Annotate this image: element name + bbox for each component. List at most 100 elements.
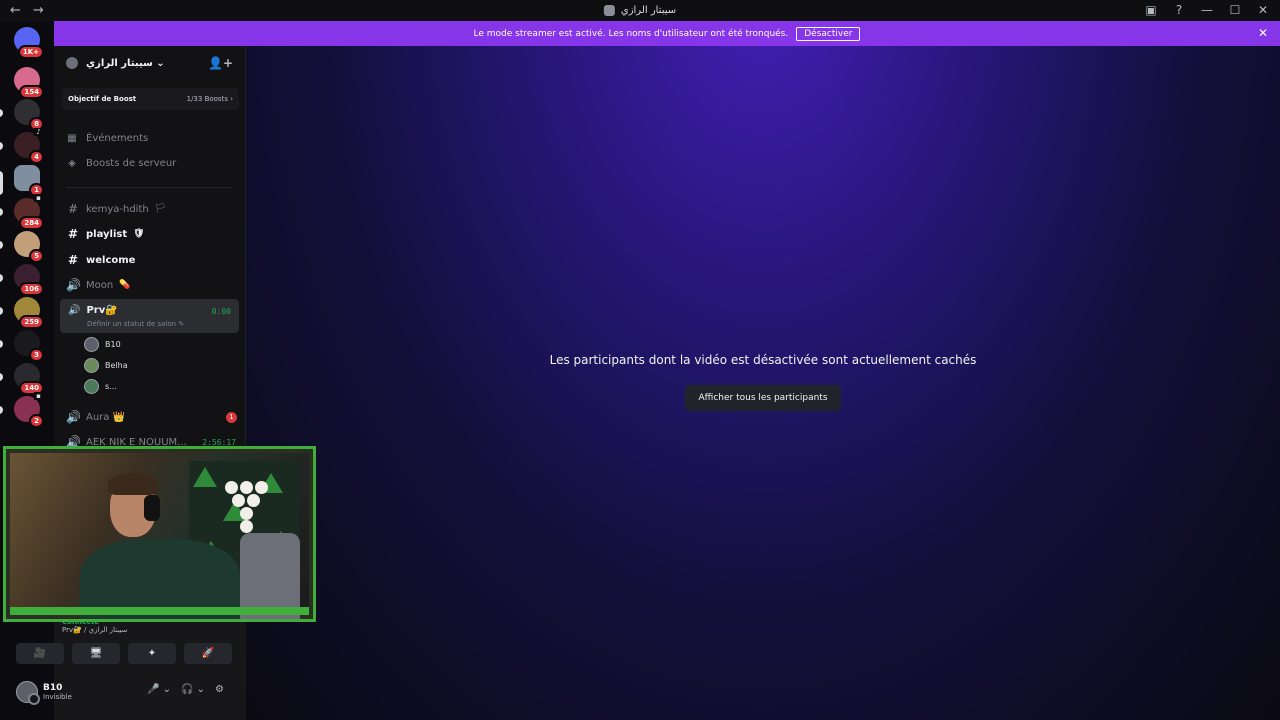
speaker-icon: 🔊 [68, 305, 81, 316]
server-item[interactable]: ▪ 2 [14, 392, 44, 428]
channel-kemya-hdith[interactable]: # kemya-hdith 🏳 [66, 202, 236, 216]
help-icon[interactable]: ? [1172, 3, 1186, 17]
user-status: Invisible [43, 693, 72, 701]
server-settings-icon [66, 57, 78, 69]
avatar[interactable] [16, 681, 40, 705]
nav-buttons: ← → [0, 3, 44, 18]
webcam-video [10, 453, 309, 619]
streamer-mode-banner: Le mode streamer est activé. Les noms d'… [54, 21, 1280, 46]
window-controls: ▣ ? — ☐ ✕ [1144, 3, 1270, 17]
server-unread-pill [0, 241, 3, 249]
member-name: s... [105, 382, 117, 391]
server-badge: 3 [29, 348, 44, 362]
channel-welcome[interactable]: # welcome [66, 253, 236, 267]
user-info[interactable]: B10 Invisible [43, 683, 72, 701]
server-item[interactable]: 154 [14, 67, 44, 99]
voice-channel-label: Prv🔐 [86, 305, 118, 316]
username: B10 [43, 683, 63, 693]
screen-icon: ▪ [34, 194, 43, 202]
green-frame-bottom [10, 607, 309, 615]
member-name: B10 [105, 340, 121, 349]
connection-location[interactable]: Prv🔐 / سيبتار الرازي [62, 626, 127, 634]
voice-actions: 🎥 🖥 ✦ 🚀 [16, 643, 232, 664]
speaker-icon: ♪ [34, 128, 43, 136]
gear-icon[interactable]: ⚙ [215, 684, 224, 695]
inbox-icon[interactable]: ▣ [1144, 3, 1158, 17]
events-item[interactable]: ▦ Événements [66, 133, 148, 144]
screen-icon: ▪ [34, 392, 43, 400]
voice-member[interactable]: Belha [84, 358, 128, 373]
server-item[interactable]: 140 [14, 363, 44, 395]
server-unread-pill [0, 274, 3, 282]
events-label: Événements [86, 133, 149, 144]
soundboard-button[interactable]: 🚀 [184, 643, 232, 664]
camera-off-button[interactable]: 🎥 [16, 643, 64, 664]
channel-label: playlist [86, 228, 128, 240]
set-channel-status[interactable]: Définir un statut de salon ✎ [87, 320, 184, 328]
voice-member[interactable]: B10 [84, 337, 121, 352]
guild-name: سيبتار الرازي ⌄ [86, 57, 165, 69]
close-icon[interactable]: ✕ [1258, 26, 1268, 40]
divider [66, 187, 232, 188]
maximize-icon[interactable]: ☐ [1228, 3, 1242, 17]
server-badge: 5 [29, 249, 44, 263]
voice-timer: 0:00 [211, 307, 231, 316]
speaker-icon: 🔊 [66, 410, 81, 424]
streamer-hair [108, 473, 158, 495]
hashtag-icon: # [67, 253, 79, 267]
shield-emoji: 🛡 [133, 229, 145, 239]
disable-streamer-button[interactable]: Désactiver [796, 26, 861, 41]
guild-header[interactable]: سيبتار الرازي ⌄ 👤+ [54, 46, 245, 80]
minimize-icon[interactable]: — [1200, 3, 1214, 17]
back-arrow-icon[interactable]: ← [10, 3, 21, 18]
channel-playlist[interactable]: # playlist 🛡 [66, 227, 236, 241]
server-item-active[interactable]: 1 [14, 165, 44, 197]
server-unread-pill [0, 406, 3, 414]
server-unread-pill [0, 142, 3, 150]
channel-moon[interactable]: 🔊 Moon 💊 [66, 278, 236, 292]
server-item[interactable]: 8 [14, 99, 44, 131]
activities-button[interactable]: ✦ [128, 643, 176, 664]
headphones-icon[interactable]: 🎧 ⌄ [181, 684, 205, 695]
forward-arrow-icon[interactable]: → [33, 3, 44, 18]
boost-goal-label: Objectif de Boost [68, 95, 137, 103]
server-item[interactable]: 259 [14, 297, 44, 329]
server-badge: 154 [19, 85, 44, 99]
server-item[interactable]: 3 [14, 330, 44, 362]
share-screen-button[interactable]: 🖥 [72, 643, 120, 664]
server-unread-pill [0, 373, 3, 381]
boost-goal[interactable]: Objectif de Boost 1/33 Boosts › [62, 88, 239, 110]
server-badge: 259 [19, 315, 44, 329]
server-selected-pill [0, 171, 3, 195]
invite-icon[interactable]: 👤+ [208, 56, 233, 70]
streamer [80, 473, 300, 619]
channel-aura[interactable]: 🔊 Aura 👑 [66, 410, 236, 424]
server-boosts-item[interactable]: ◈ Boosts de serveur [66, 158, 176, 169]
speaker-icon: 🔊 [66, 278, 81, 292]
server-badge: 106 [19, 282, 44, 296]
server-home[interactable]: 1K+ [14, 27, 44, 59]
server-badge: 284 [19, 216, 44, 230]
headset [144, 495, 160, 521]
channel-label: Aura 👑 [86, 411, 126, 423]
boost-goal-value: 1/33 Boosts › [186, 95, 233, 103]
close-icon[interactable]: ✕ [1256, 3, 1270, 17]
pill-emoji: 💊 [119, 280, 131, 290]
voice-member[interactable]: s... [84, 379, 117, 394]
server-item[interactable]: ♪ 4 [14, 128, 44, 164]
member-name: Belha [105, 361, 128, 370]
show-all-participants-button[interactable]: Afficher tous les participants [685, 385, 841, 411]
microphone-icon[interactable]: 🎤 ⌄ [147, 684, 171, 695]
window-title-text: سيبتار الرازي [620, 5, 677, 16]
user-controls: 🎤 ⌄ 🎧 ⌄ ⚙ [147, 684, 224, 695]
server-item[interactable]: ▪ 284 [14, 194, 44, 230]
server-item[interactable]: 5 [14, 231, 44, 263]
server-unread-pill [0, 208, 3, 216]
server-badge: 2 [29, 414, 44, 428]
server-item[interactable]: 106 [14, 264, 44, 296]
voice-channel-name: 🔊 Prv🔐 [68, 305, 118, 316]
avatar [84, 379, 99, 394]
server-badge: 1K+ [17, 45, 44, 59]
voice-channel-prv[interactable]: 🔊 Prv🔐 0:00 Définir un statut de salon ✎ [60, 299, 239, 333]
channel-label: welcome [86, 254, 136, 266]
